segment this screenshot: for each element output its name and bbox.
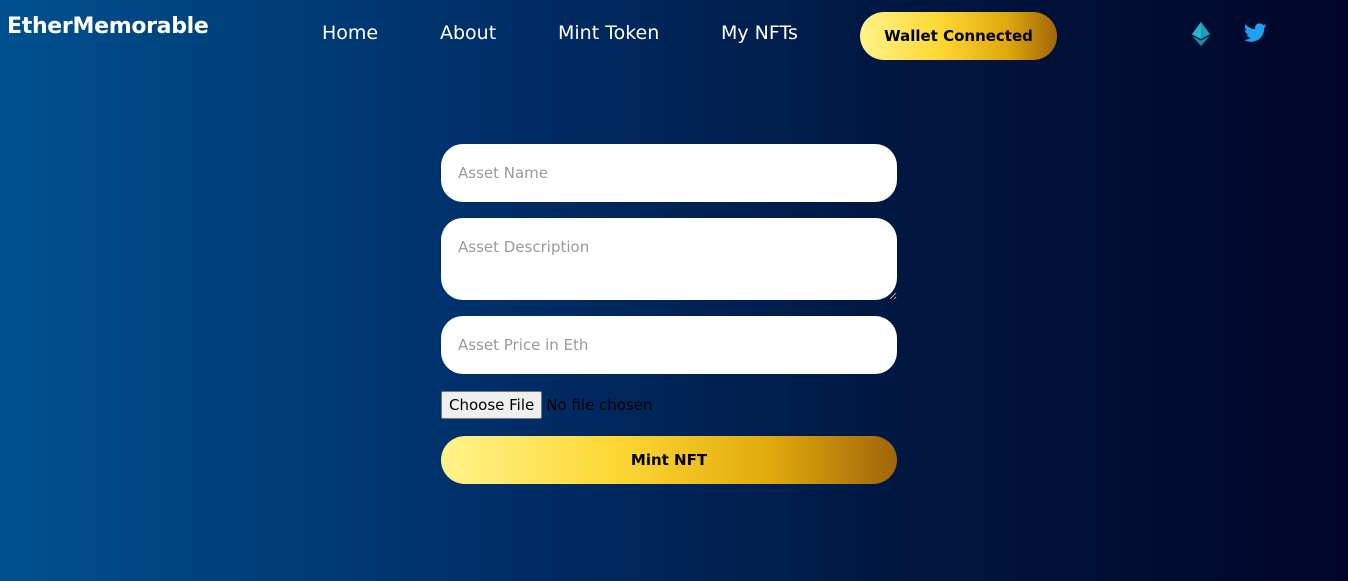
brand-logo-text[interactable]: EtherMemorable: [7, 14, 209, 39]
file-status-text: No file chosen: [546, 396, 653, 414]
wallet-connected-button[interactable]: Wallet Connected: [860, 12, 1057, 60]
nav-home-link[interactable]: Home: [322, 22, 378, 44]
ethereum-icon[interactable]: [1192, 22, 1210, 46]
asset-name-input[interactable]: [441, 144, 897, 202]
nav-about-link[interactable]: About: [440, 22, 496, 44]
choose-file-button[interactable]: Choose File: [441, 391, 543, 419]
twitter-icon[interactable]: [1243, 23, 1267, 43]
mint-nft-button[interactable]: Mint NFT: [441, 436, 897, 484]
asset-price-input[interactable]: [441, 316, 897, 374]
nav-mint-token-link[interactable]: Mint Token: [558, 22, 659, 44]
file-upload-row: Choose File No file chosen: [441, 391, 653, 419]
asset-description-textarea[interactable]: [441, 218, 897, 300]
nav-my-nfts-link[interactable]: My NFTs: [721, 22, 798, 44]
